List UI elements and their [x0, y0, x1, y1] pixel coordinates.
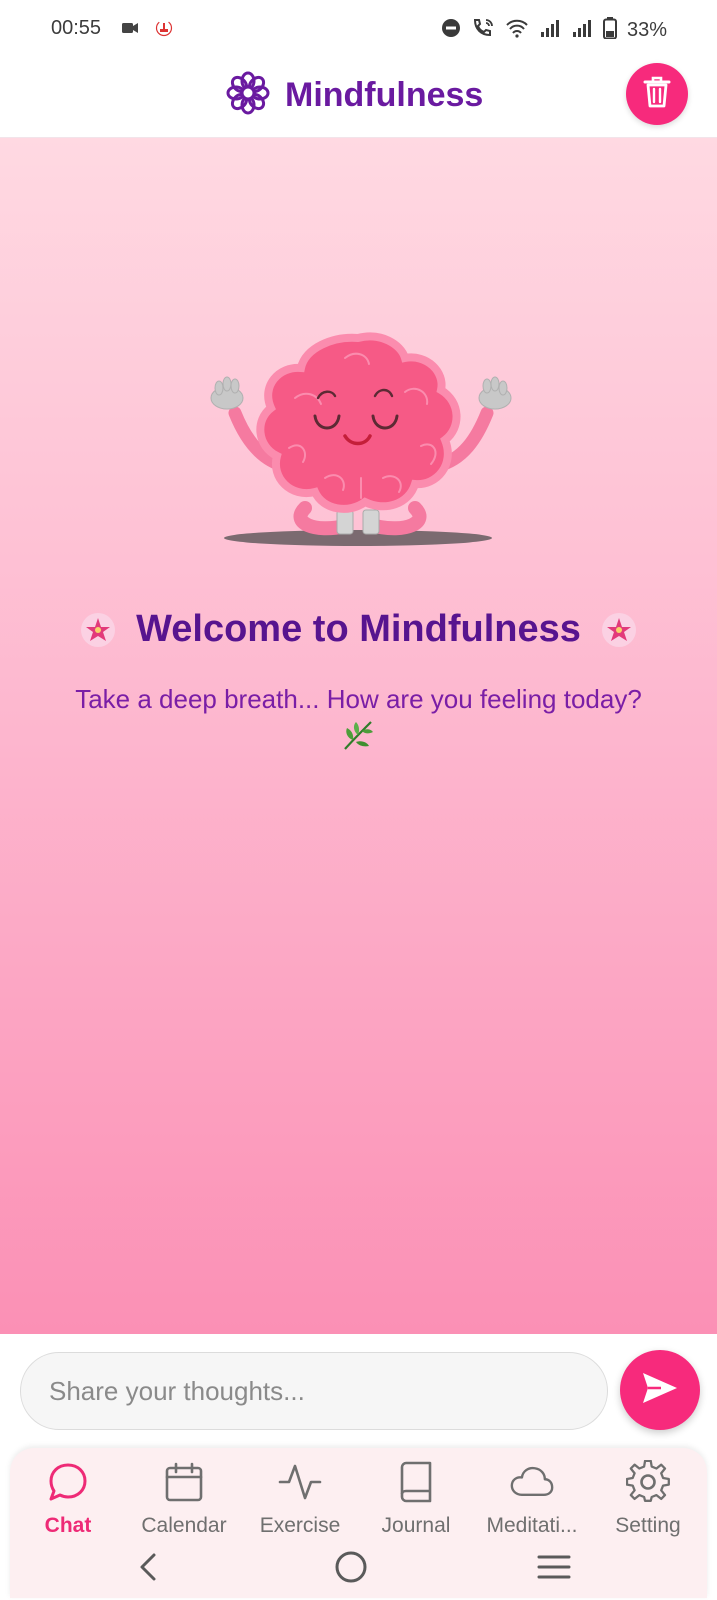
welcome-heading-row: Welcome to Mindfulness	[0, 608, 717, 651]
menu-lines-icon	[537, 1553, 571, 1586]
signal-icon	[571, 18, 593, 43]
nav-label-meditation: Meditati...	[486, 1514, 578, 1537]
chat-area: Welcome to Mindfulness Take a deep breat…	[0, 138, 717, 1334]
nav-label-journal: Journal	[381, 1514, 451, 1537]
signal-icon	[539, 18, 561, 43]
welcome-subtitle: Take a deep breath... How are you feelin…	[75, 684, 642, 714]
welcome-title: Welcome to Mindfulness	[136, 608, 581, 650]
status-time: 00:55	[51, 17, 102, 39]
chevron-left-icon	[137, 1552, 159, 1587]
cloud-icon	[510, 1460, 554, 1504]
bottom-navigation: Chat Calendar Exercise Journal Meditati.…	[10, 1448, 707, 1598]
send-icon	[641, 1371, 679, 1410]
nav-item-calendar[interactable]: Calendar	[126, 1460, 242, 1538]
nav-label-chat: Chat	[44, 1514, 92, 1537]
book-icon	[394, 1460, 438, 1504]
system-recents-button[interactable]	[524, 1544, 584, 1594]
status-bar: 00:55 33%	[0, 0, 717, 60]
nav-item-chat[interactable]: Chat	[10, 1460, 126, 1538]
app-title-group: Mindfulness	[225, 70, 483, 121]
message-composer	[0, 1334, 717, 1450]
video-icon	[121, 21, 139, 40]
message-input[interactable]	[20, 1352, 608, 1430]
system-navigation-bar	[10, 1544, 707, 1594]
app-bar: Mindfulness	[0, 60, 717, 138]
activity-icon	[278, 1460, 322, 1504]
nav-item-settings[interactable]: Setting	[590, 1460, 706, 1538]
nav-label-settings: Setting	[615, 1514, 681, 1537]
battery-percent: 33%	[626, 19, 667, 41]
trash-icon	[642, 75, 672, 114]
nav-label-calendar: Calendar	[141, 1514, 227, 1537]
herb-icon	[341, 718, 375, 757]
clear-chat-button[interactable]	[626, 63, 688, 125]
meditating-brain-illustration	[205, 328, 525, 568]
nav-label-exercise: Exercise	[259, 1514, 341, 1537]
flower-icon	[225, 70, 271, 121]
send-button[interactable]	[620, 1350, 700, 1430]
system-home-button[interactable]	[321, 1544, 381, 1594]
notification-icon	[155, 19, 173, 42]
nav-item-journal[interactable]: Journal	[358, 1460, 474, 1538]
chat-icon	[46, 1460, 90, 1504]
nav-item-meditation[interactable]: Meditati...	[474, 1460, 590, 1538]
nav-item-exercise[interactable]: Exercise	[242, 1460, 358, 1538]
calendar-icon	[162, 1460, 206, 1504]
app-title: Mindfulness	[285, 76, 484, 114]
wifi-icon	[505, 18, 529, 43]
battery-icon	[602, 17, 617, 44]
gear-icon	[626, 1460, 670, 1504]
system-back-button[interactable]	[118, 1544, 178, 1594]
home-circle-icon	[334, 1550, 368, 1589]
dnd-icon	[441, 18, 461, 43]
wifi-call-icon	[471, 17, 495, 44]
sparkle-icon	[80, 612, 116, 648]
sparkle-icon	[601, 612, 637, 648]
